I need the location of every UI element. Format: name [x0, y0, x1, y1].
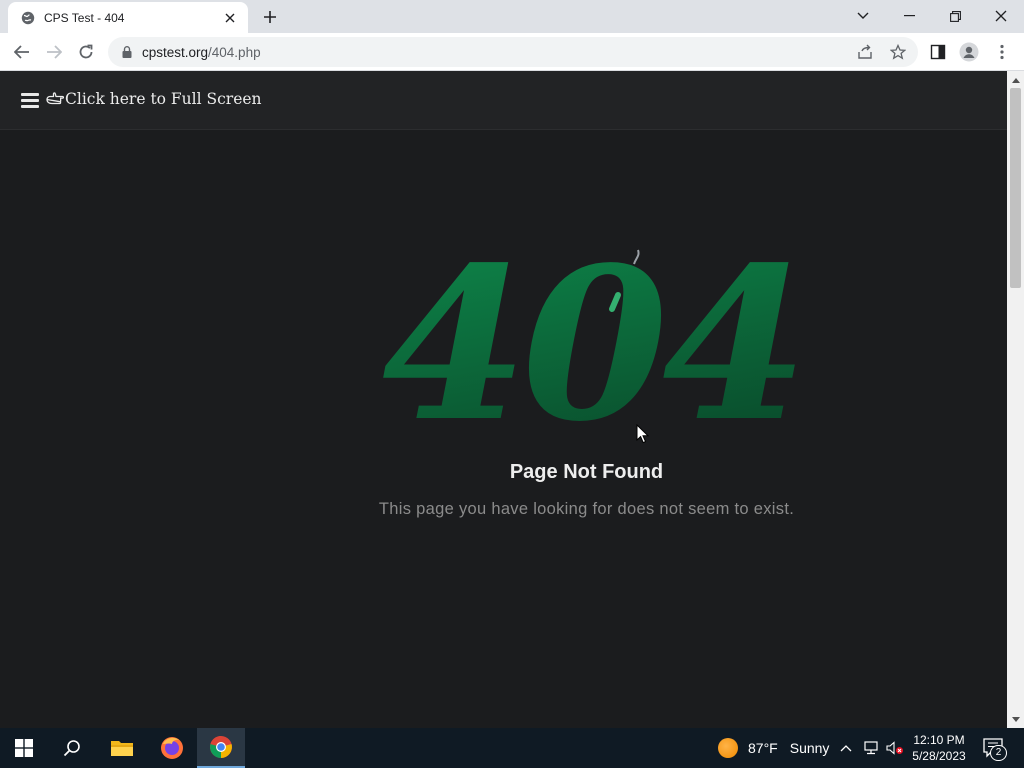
close-tab-icon[interactable]: [222, 10, 238, 26]
side-panel-icon[interactable]: [926, 40, 950, 64]
bookmark-star-icon[interactable]: [889, 43, 907, 61]
scroll-down-arrow-icon[interactable]: [1007, 711, 1024, 728]
browser-toolbar: cpstest.org/404.php: [0, 33, 1024, 71]
url-path: /404.php: [208, 45, 261, 60]
hamburger-menu-icon[interactable]: [21, 93, 39, 108]
weather-temperature: 87°F: [748, 740, 778, 756]
minimize-icon[interactable]: [886, 0, 932, 32]
address-bar[interactable]: cpstest.org/404.php: [108, 37, 918, 67]
windows-start-icon[interactable]: [0, 728, 48, 768]
page-content: Click here to Full Screen 404 Page Not F…: [0, 71, 1007, 728]
error-code: 404: [382, 246, 800, 431]
back-icon[interactable]: [10, 40, 34, 64]
chevron-up-icon[interactable]: [836, 728, 856, 768]
error-title: Page Not Found: [509, 461, 664, 483]
url-domain: cpstest.org: [142, 45, 209, 60]
firefox-icon[interactable]: [148, 728, 196, 768]
url-text: cpstest.org/404.php: [142, 45, 261, 60]
clock-time: 12:10 PM: [913, 733, 965, 747]
fullscreen-link[interactable]: Click here to Full Screen: [46, 90, 262, 108]
file-explorer-icon[interactable]: [98, 728, 146, 768]
reload-icon[interactable]: [74, 40, 98, 64]
search-icon[interactable]: [48, 728, 96, 768]
volume-muted-icon[interactable]: [884, 728, 906, 768]
browser-menu-icon[interactable]: [990, 40, 1014, 64]
restore-icon[interactable]: [932, 0, 978, 32]
new-tab-button[interactable]: [260, 7, 280, 27]
browser-tab[interactable]: CPS Test - 404: [8, 2, 248, 33]
tab-search-icon[interactable]: [840, 0, 886, 32]
forward-icon[interactable]: [42, 40, 66, 64]
sun-icon: [718, 738, 738, 758]
weather-widget[interactable]: 87°F Sunny: [718, 728, 829, 768]
error-404-graphic: 404: [382, 246, 800, 431]
site-header: Click here to Full Screen: [0, 71, 1007, 130]
tab-title: CPS Test - 404: [44, 10, 125, 25]
notification-count-badge: 2: [990, 745, 1007, 761]
mouse-cursor-icon: [636, 424, 650, 444]
clock-date: 5/28/2023: [912, 749, 966, 763]
lock-icon: [122, 46, 132, 58]
chrome-icon[interactable]: [197, 728, 245, 768]
fullscreen-link-label: Click here to Full Screen: [65, 90, 262, 108]
globe-icon: [20, 10, 36, 26]
browser-tab-strip: CPS Test - 404: [0, 0, 1024, 33]
close-window-icon[interactable]: [978, 0, 1024, 32]
pointing-hand-icon: [46, 92, 65, 105]
scrollbar-thumb[interactable]: [1010, 88, 1021, 288]
windows-taskbar: 87°F Sunny 12:10 PM 5/28/2023 2: [0, 728, 1024, 768]
scroll-up-arrow-icon[interactable]: [1007, 71, 1024, 88]
error-description: This page you have looking for does not …: [378, 500, 795, 518]
share-icon[interactable]: [856, 43, 874, 61]
profile-avatar-icon[interactable]: [957, 40, 981, 64]
weather-condition: Sunny: [789, 740, 830, 756]
network-icon[interactable]: [860, 728, 882, 768]
system-clock[interactable]: 12:10 PM 5/28/2023: [905, 732, 973, 764]
page-scrollbar[interactable]: [1007, 71, 1024, 728]
